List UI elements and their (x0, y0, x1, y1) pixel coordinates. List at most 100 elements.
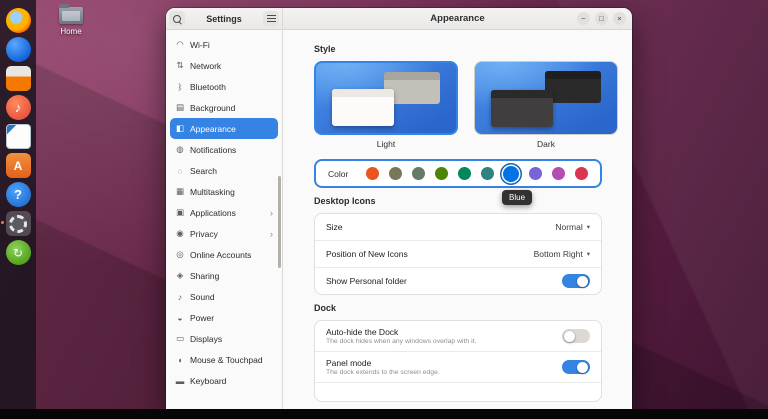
light-theme-preview (314, 61, 458, 135)
dock: ♪ A ? ↻ (0, 0, 36, 419)
row-subtitle: The dock extends to the screen edge. (326, 369, 440, 377)
files-dock-icon[interactable] (5, 66, 31, 91)
network-icon: ⇅ (176, 60, 184, 70)
content-headerbar: Appearance − □ × (283, 8, 632, 30)
sidebar-item-multitasking[interactable]: ▦ Multitasking (170, 181, 278, 202)
sidebar-item-label: Wi-Fi (190, 39, 210, 50)
help-dock-icon[interactable]: ? (5, 182, 31, 207)
toggle-knob (577, 275, 588, 287)
sidebar-item-background[interactable]: ▤ Background (170, 97, 278, 118)
sidebar-item-bluetooth[interactable]: ᛒ Bluetooth (170, 76, 278, 97)
sidebar-item-power[interactable]: ◒ Power (170, 307, 278, 328)
sidebar-item-notifications[interactable]: ◍ Notifications (170, 139, 278, 160)
sound-icon: ♪ (177, 291, 183, 302)
chevron-down-icon: ▾ (586, 224, 590, 231)
sidebar-item-label: Applications (190, 207, 236, 218)
sidebar-title: Settings (206, 13, 242, 24)
color-swatch-bark[interactable] (389, 167, 403, 180)
sidebar-item-label: Sharing (190, 270, 220, 281)
section-title-desktop-icons: Desktop Icons (314, 196, 376, 206)
close-icon: × (617, 13, 622, 23)
row-label: Show Personal folder (326, 276, 407, 286)
chevron-right-icon: › (270, 207, 273, 218)
sidebar-item-network[interactable]: ⇅ Network (170, 55, 278, 76)
sidebar-item-label: Search (190, 165, 217, 176)
sidebar-item-keyboard[interactable]: ▬ Keyboard (170, 370, 278, 391)
row-label: Auto-hide the Dock (326, 326, 399, 337)
menu-button[interactable] (263, 11, 279, 26)
color-tooltip: Blue (502, 190, 533, 205)
chevron-down-icon: ▾ (586, 251, 590, 258)
sidebar-item-label: Appearance (190, 123, 236, 134)
color-swatch-sage[interactable] (412, 167, 425, 180)
sidebar-item-sharing[interactable]: ◈ Sharing (170, 265, 278, 286)
row-show-personal-folder[interactable]: Show Personal folder (315, 267, 601, 294)
color-swatch-orange[interactable] (366, 167, 380, 180)
sidebar-item-label: Displays (190, 333, 223, 344)
accent-color-row: Color Blue (314, 159, 602, 205)
home-folder-label: Home (60, 27, 82, 36)
privacy-icon: ◉ (176, 228, 184, 238)
color-swatch-magenta[interactable] (552, 167, 566, 180)
theme-option-light[interactable]: Light (314, 61, 458, 149)
show-personal-folder-toggle[interactable] (562, 274, 590, 288)
close-button[interactable]: × (613, 12, 626, 25)
refresh-icon: ↻ (12, 245, 24, 260)
sidebar-item-mouse-touchpad[interactable]: ◖ Mouse & Touchpad (170, 349, 278, 370)
sidebar-item-label: Background (190, 102, 236, 113)
page-title: Appearance (430, 13, 485, 24)
search-button[interactable] (169, 11, 185, 26)
theme-selector: Light Dark (314, 61, 618, 149)
appearance-icon: ◧ (175, 123, 185, 133)
row-size[interactable]: Size Normal ▾ (315, 214, 601, 240)
row-panel-mode[interactable]: Panel mode The dock extends to the scree… (315, 351, 601, 382)
row-position-new-icons[interactable]: Position of New Icons Bottom Right ▾ (315, 240, 601, 267)
maximize-button[interactable]: □ (595, 12, 608, 25)
sidebar-item-privacy[interactable]: ◉ Privacy › (170, 223, 278, 244)
sidebar-item-sound[interactable]: ♪ Sound (170, 286, 278, 307)
theme-option-dark[interactable]: Dark (474, 61, 618, 149)
libreoffice-writer-dock-icon[interactable] (5, 124, 31, 149)
desktop-icons-card: Size Normal ▾ Position of New Icons Bott… (314, 213, 602, 295)
minimize-button[interactable]: − (577, 12, 590, 25)
sidebar-item-label: Keyboard (190, 375, 227, 386)
preview-window-titlebar (332, 89, 394, 97)
size-dropdown[interactable]: Normal ▾ (555, 222, 590, 232)
search-icon (173, 14, 181, 23)
row-auto-hide-dock[interactable]: Auto-hide the Dock The dock hides when a… (315, 321, 601, 351)
applications-icon: ▣ (175, 207, 185, 217)
color-row-label: Color (328, 168, 349, 179)
auto-hide-dock-toggle[interactable] (562, 329, 590, 343)
sidebar-item-displays[interactable]: ▭ Displays (170, 328, 278, 349)
sidebar-item-label: Mouse & Touchpad (190, 354, 263, 365)
sidebar-item-label: Notifications (190, 144, 237, 155)
sidebar-item-appearance[interactable]: ◧ Appearance (170, 118, 278, 139)
sidebar-item-applications[interactable]: ▣ Applications › (170, 202, 278, 223)
dropdown-value: Normal (555, 222, 583, 232)
dropdown-value: Bottom Right (533, 249, 583, 259)
color-swatch-prussian-green[interactable] (480, 167, 494, 180)
settings-dock-icon[interactable] (0, 211, 31, 236)
ubuntu-software-dock-icon[interactable]: A (5, 153, 31, 178)
panel-mode-toggle[interactable] (562, 360, 590, 374)
software-updater-dock-icon[interactable]: ↻ (5, 240, 31, 265)
sidebar-item-online-accounts[interactable]: ◎ Online Accounts (170, 244, 278, 265)
content-scroll-area: Style Light Dark Color Blue Desktop Icon… (283, 30, 632, 409)
sidebar-item-wifi[interactable]: ◠ Wi-Fi (170, 34, 278, 55)
sidebar-item-search[interactable]: ◌ Search (170, 160, 278, 181)
thunderbird-dock-icon[interactable] (5, 37, 31, 62)
color-swatch-red[interactable] (574, 167, 588, 180)
home-folder-launcher[interactable]: Home (52, 4, 90, 36)
sidebar-scrollbar[interactable] (278, 176, 281, 268)
color-swatch-purple[interactable] (529, 167, 543, 180)
rhythmbox-dock-icon[interactable]: ♪ (5, 95, 31, 120)
color-swatch-viridian[interactable] (457, 167, 471, 180)
color-swatch-blue[interactable] (503, 165, 520, 182)
row-label: Panel mode (326, 357, 372, 368)
background-icon: ▤ (175, 102, 185, 112)
software-letter-icon: A (13, 158, 23, 173)
color-swatch-olive[interactable] (434, 167, 448, 180)
position-dropdown[interactable]: Bottom Right ▾ (534, 249, 590, 259)
preview-window-titlebar (491, 90, 553, 98)
firefox-dock-icon[interactable] (5, 8, 31, 33)
